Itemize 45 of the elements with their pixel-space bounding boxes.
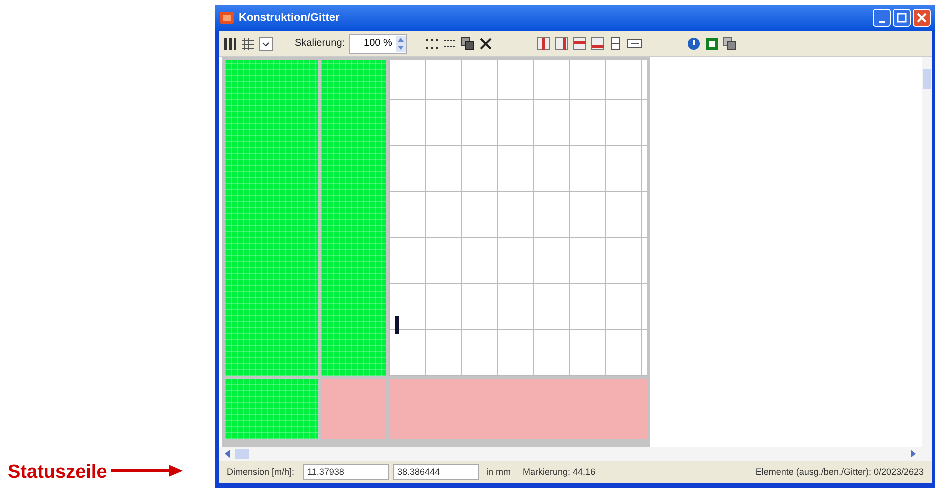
grid-cell[interactable] — [321, 60, 386, 376]
window-title: Konstruktion/Gitter — [239, 12, 341, 24]
split-icon[interactable] — [609, 36, 624, 50]
copy-icon[interactable] — [461, 36, 476, 50]
status-field: Markierung: 44,16 — [519, 465, 600, 479]
insert-row-icon[interactable] — [573, 36, 588, 50]
dropdown-icon[interactable] — [259, 36, 273, 50]
scale-field[interactable]: 100 % — [349, 34, 408, 54]
grid-cell[interactable] — [225, 379, 318, 439]
horizontal-scrollbar[interactable] — [219, 447, 922, 461]
rectangle-icon[interactable] — [627, 36, 644, 50]
square-icon[interactable] — [705, 36, 720, 50]
insert-column-icon[interactable] — [555, 36, 570, 50]
cursor-mark — [395, 316, 399, 334]
maximize-icon — [897, 13, 907, 23]
grid-cell[interactable] — [389, 379, 647, 439]
grid-icon[interactable] — [241, 36, 255, 50]
columns-icon[interactable] — [223, 36, 237, 50]
insert-column-icon[interactable] — [537, 36, 552, 50]
status-field: in mm — [482, 465, 516, 479]
close-icon — [917, 13, 927, 23]
minimize-button[interactable] — [873, 9, 891, 27]
scroll-left-icon[interactable] — [223, 449, 233, 459]
grid-cell[interactable] — [389, 60, 647, 376]
copy-icon[interactable] — [723, 36, 738, 50]
scroll-right-icon[interactable] — [908, 449, 918, 459]
app-icon — [219, 10, 235, 26]
close-button[interactable] — [913, 9, 931, 27]
status-field: Dimension [m/h]: — [223, 465, 299, 479]
maximize-button[interactable] — [893, 9, 911, 27]
callout-label: Statuszeile — [8, 462, 108, 484]
status-field: Elemente (ausg./ben./Gitter): 0/2023/2623 — [604, 465, 928, 479]
scroll-thumb[interactable] — [235, 449, 249, 459]
status-field: 11.37938 — [302, 464, 389, 480]
delete-icon[interactable] — [479, 36, 494, 50]
scroll-thumb[interactable] — [923, 69, 931, 89]
vertical-scrollbar[interactable] — [922, 57, 932, 461]
dots-grid-icon[interactable] — [425, 36, 440, 50]
insert-row-icon[interactable] — [591, 36, 606, 50]
scale-label: Skalierung: — [295, 38, 346, 49]
spinner-icon[interactable] — [396, 36, 406, 52]
minimize-icon — [879, 21, 885, 23]
grid-cell[interactable] — [225, 60, 318, 376]
status-field: 38.386444 — [392, 464, 479, 480]
grid-cell[interactable] — [321, 379, 386, 439]
